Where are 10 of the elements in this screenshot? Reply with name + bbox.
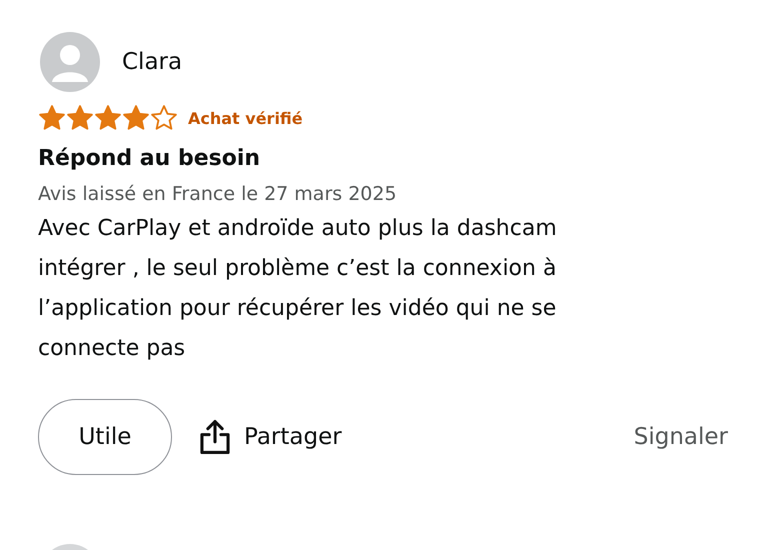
- verified-label: Achat vérifié: [188, 108, 303, 128]
- report-link[interactable]: Signaler: [634, 424, 728, 450]
- helpful-button[interactable]: Utile: [38, 399, 172, 475]
- avatar-icon: [40, 32, 100, 92]
- review-date: Avis laissé en France le 27 mars 2025: [38, 183, 398, 205]
- review-title: Répond au besoin: [38, 146, 262, 171]
- review-body: Avec CarPlay et androïde auto plus la dashcam intégrer , le seul problème c’est la connexion à l’application pour récupérer les vidéo qui ne se connecte pas: [38, 215, 558, 363]
- share-button[interactable]: Partager: [198, 418, 342, 456]
- share-icon: [198, 418, 232, 456]
- author-name: Clara: [122, 49, 182, 75]
